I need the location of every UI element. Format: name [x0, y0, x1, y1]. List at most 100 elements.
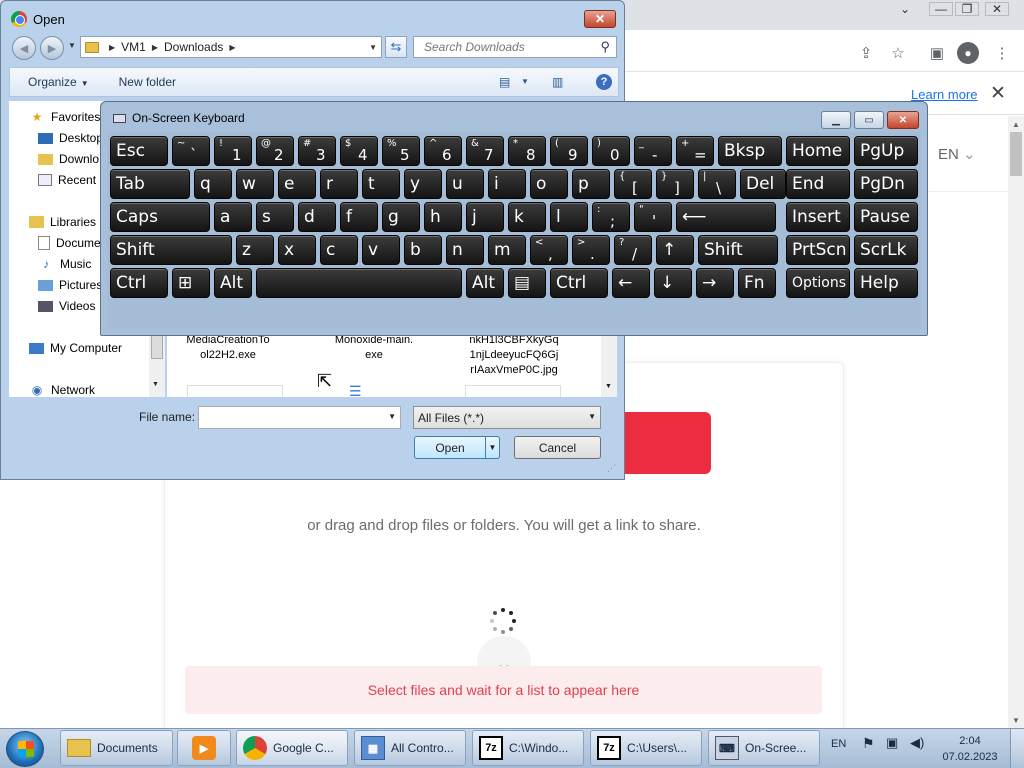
organize-button[interactable]: Organize ▼: [28, 75, 89, 89]
key-symbol[interactable]: }]: [656, 169, 694, 199]
open-button[interactable]: Open ▼: [414, 436, 500, 459]
chevron-down-icon[interactable]: ▼: [388, 412, 396, 421]
key-q[interactable]: q: [194, 169, 232, 199]
key-y[interactable]: y: [404, 169, 442, 199]
key-d[interactable]: d: [298, 202, 336, 232]
key-symbol[interactable]: :;: [592, 202, 630, 232]
tab-search-button[interactable]: ⌄: [893, 2, 917, 16]
forward-button[interactable]: ▶: [40, 36, 64, 60]
breadcrumb-vm1[interactable]: VM1: [121, 40, 146, 54]
key-home[interactable]: Home: [786, 136, 850, 166]
refresh-icon[interactable]: ⇆: [385, 36, 407, 58]
key-help[interactable]: Help: [854, 268, 918, 298]
file-name-input[interactable]: ▼: [198, 406, 401, 429]
key-b[interactable]: b: [404, 235, 442, 265]
osk-minimize-button[interactable]: ▁: [821, 111, 851, 129]
key-x[interactable]: x: [278, 235, 316, 265]
flag-icon[interactable]: ⚑: [862, 735, 875, 752]
key-f[interactable]: f: [340, 202, 378, 232]
taskbar-on-screen-keyboard[interactable]: ⌨ On-Scree...: [708, 730, 820, 766]
key-o[interactable]: o: [530, 169, 568, 199]
help-icon[interactable]: ?: [596, 74, 612, 90]
scroll-down-arrow[interactable]: ▼: [1008, 712, 1024, 728]
search-icon[interactable]: ⚲: [600, 39, 610, 55]
key-symbol[interactable]: ⊞: [172, 268, 210, 298]
scroll-up-arrow[interactable]: ▲: [1008, 116, 1024, 132]
key-j[interactable]: j: [466, 202, 504, 232]
key-symbol[interactable]: + =: [676, 136, 714, 166]
key-pgup[interactable]: PgUp: [854, 136, 918, 166]
key-bksp[interactable]: Bksp: [718, 136, 782, 166]
file-item[interactable]: [465, 385, 561, 397]
address-bar[interactable]: ▶ VM1 ▶ Downloads ▶ ▼: [80, 36, 382, 58]
key-symbol[interactable]: ~ `: [172, 136, 210, 166]
key-m[interactable]: m: [488, 235, 526, 265]
taskbar-7zip-users[interactable]: 7z C:\Users\...: [590, 730, 702, 766]
info-bar-close-icon[interactable]: ✕: [990, 82, 1006, 105]
profile-icon[interactable]: ●: [957, 42, 979, 64]
key-symbol[interactable]: ←: [612, 268, 650, 298]
restore-button[interactable]: ❐: [955, 2, 979, 16]
new-folder-button[interactable]: New folder: [119, 75, 176, 89]
key-1[interactable]: ! 1: [214, 136, 252, 166]
key-a[interactable]: a: [214, 202, 252, 232]
osk-close-button[interactable]: ✕: [887, 111, 919, 129]
key-symbol[interactable]: _ -: [634, 136, 672, 166]
page-scrollbar[interactable]: [1008, 116, 1024, 728]
key-esc[interactable]: Esc: [110, 136, 168, 166]
open-split-arrow-icon[interactable]: ▼: [485, 437, 499, 458]
network-tray-icon[interactable]: ▣: [886, 735, 898, 751]
scroll-thumb[interactable]: [1010, 132, 1022, 176]
key-6[interactable]: ^ 6: [424, 136, 462, 166]
preview-pane-icon[interactable]: ▥: [552, 75, 563, 89]
key-c[interactable]: c: [320, 235, 358, 265]
key-shift[interactable]: Shift: [698, 235, 778, 265]
key-u[interactable]: u: [446, 169, 484, 199]
key-symbol[interactable]: ↓: [654, 268, 692, 298]
file-type-select[interactable]: All Files (*.*) ▼: [413, 406, 601, 429]
file-scrollbar[interactable]: ▼: [601, 331, 617, 397]
key-ctrl[interactable]: Ctrl: [110, 268, 168, 298]
file-item[interactable]: MediaCreationTo ol22H2.exe: [181, 333, 275, 363]
recent-locations-dropdown[interactable]: ▼: [68, 41, 76, 50]
key-symbol[interactable]: {[: [614, 169, 652, 199]
chevron-down-icon[interactable]: ▼: [521, 77, 529, 91]
nav-videos[interactable]: Videos: [38, 297, 95, 315]
key-e[interactable]: e: [278, 169, 316, 199]
key-l[interactable]: l: [550, 202, 588, 232]
taskbar-documents[interactable]: Documents: [60, 730, 173, 766]
nav-libraries[interactable]: Libraries: [29, 213, 96, 231]
key-alt[interactable]: Alt: [466, 268, 504, 298]
back-button[interactable]: ◀: [12, 36, 36, 60]
key-k[interactable]: k: [508, 202, 546, 232]
key-symbol[interactable]: >.: [572, 235, 610, 265]
key-symbol[interactable]: ▤: [508, 268, 546, 298]
key-pause[interactable]: Pause: [854, 202, 918, 232]
key-caps[interactable]: Caps: [110, 202, 210, 232]
key-h[interactable]: h: [424, 202, 462, 232]
key-t[interactable]: t: [362, 169, 400, 199]
volume-icon[interactable]: ◀): [910, 735, 924, 751]
key-2[interactable]: @2: [256, 136, 294, 166]
start-button[interactable]: [6, 731, 44, 767]
key-7[interactable]: & 7: [466, 136, 504, 166]
show-desktop-button[interactable]: [1010, 729, 1024, 768]
key-symbol[interactable]: | \: [698, 169, 736, 199]
nav-pictures[interactable]: Pictures: [38, 276, 102, 294]
key-symbol[interactable]: ↑: [656, 235, 694, 265]
minimize-button[interactable]: —: [929, 2, 953, 16]
cancel-button[interactable]: Cancel: [514, 436, 601, 459]
share-icon[interactable]: ⇪: [855, 42, 877, 64]
key-pgdn[interactable]: PgDn: [854, 169, 918, 199]
nav-music[interactable]: ♪ Music: [38, 255, 91, 273]
key-symbol[interactable]: " ': [634, 202, 672, 232]
key-9[interactable]: (9: [550, 136, 588, 166]
scroll-thumb[interactable]: [151, 333, 163, 359]
key-space[interactable]: [256, 268, 462, 298]
key-insert[interactable]: Insert: [786, 202, 850, 232]
key-4[interactable]: $4: [340, 136, 378, 166]
system-clock[interactable]: 2:04 07.02.2023: [938, 733, 1002, 765]
nav-desktop[interactable]: Desktop: [38, 129, 103, 147]
nav-favorites[interactable]: ★ Favorites: [29, 108, 101, 126]
key-w[interactable]: w: [236, 169, 274, 199]
